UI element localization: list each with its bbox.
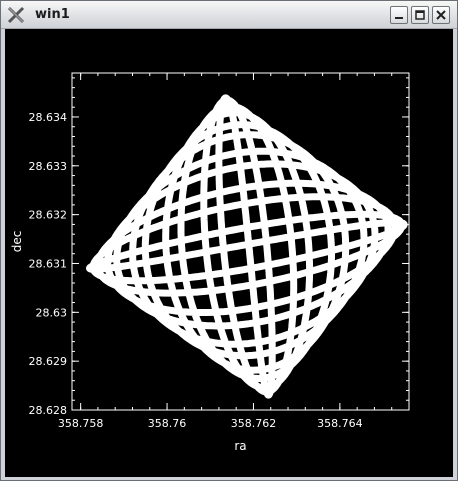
scatter-plot: 358.758 358.76 358.762 358.764 28.628 28.629 2… xyxy=(10,72,410,453)
y-tick-label: 28.634 xyxy=(29,111,68,124)
minimize-button[interactable] xyxy=(390,6,408,24)
window-title: win1 xyxy=(35,7,70,22)
close-icon xyxy=(436,10,446,20)
y-tick-label: 28.628 xyxy=(29,404,68,417)
dither-trace xyxy=(86,94,408,399)
x-axis-label: ra xyxy=(234,439,246,453)
y-tick-label: 28.633 xyxy=(29,160,68,173)
x11-app-icon xyxy=(7,6,25,24)
title-bar[interactable]: win1 xyxy=(1,1,457,29)
x-tick-label: 358.762 xyxy=(231,417,277,430)
y-tick-label: 28.631 xyxy=(29,257,68,270)
x-tick-label: 358.76 xyxy=(148,417,187,430)
maximize-icon xyxy=(415,10,425,20)
plot-area: 358.758 358.76 358.762 358.764 28.628 28.629 2… xyxy=(5,29,453,477)
application-window: win1 358.758 358.76 358.762 358.764 28.628 28… xyxy=(0,0,458,481)
x-tick-label: 358.764 xyxy=(317,417,363,430)
maximize-button[interactable] xyxy=(411,6,429,24)
y-tick-label: 28.629 xyxy=(29,355,68,368)
y-tick-label: 28.63 xyxy=(36,306,68,319)
trace-layer xyxy=(86,94,408,399)
minimize-icon xyxy=(395,17,403,19)
y-axis-label: dec xyxy=(10,231,24,253)
x-tick-label: 358.758 xyxy=(58,417,104,430)
y-tick-label: 28.632 xyxy=(29,209,68,222)
close-button[interactable] xyxy=(432,6,450,24)
